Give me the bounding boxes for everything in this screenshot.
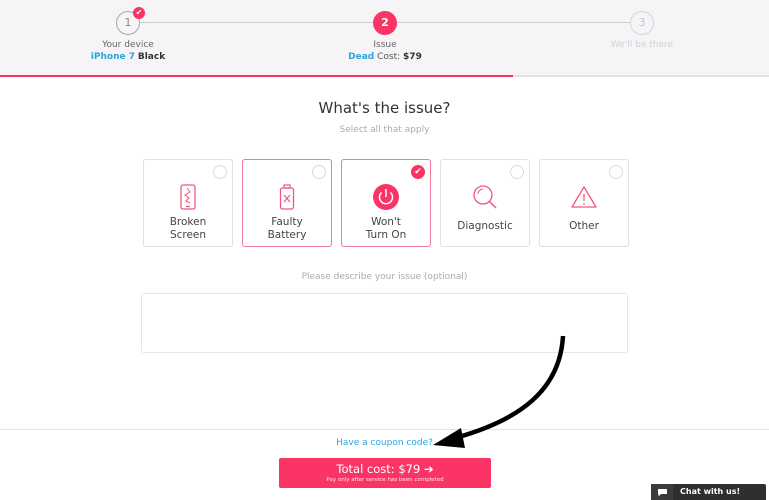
- battery-icon: [243, 180, 331, 214]
- issue-checkbox[interactable]: [510, 165, 524, 179]
- issue-card-wont-turn-on[interactable]: ✔ Won't Turn On: [341, 159, 431, 247]
- progress-header: 1 ✔ Your device iPhone 7 Black 2 Issue D…: [0, 0, 769, 77]
- payment-note: Pay only after service has been complete…: [326, 477, 444, 483]
- issue-checkbox[interactable]: [213, 165, 227, 179]
- issue-checkbox[interactable]: [609, 165, 623, 179]
- footer-divider: [0, 429, 769, 430]
- description-label: Please describe your issue (optional): [301, 272, 468, 282]
- page-title: What's the issue?: [318, 99, 451, 117]
- issue-card-broken-screen[interactable]: Broken Screen: [143, 159, 233, 247]
- issue-label: Broken Screen: [169, 216, 207, 241]
- step-your-device[interactable]: 1 ✔ Your device iPhone 7 Black: [48, 7, 208, 63]
- issue-label: Diagnostic: [457, 220, 513, 232]
- step-number: 2: [381, 16, 389, 29]
- arrow-right-icon: ➔: [423, 462, 434, 476]
- cost-label: Cost:: [377, 52, 401, 62]
- progress-fill: [0, 75, 513, 77]
- step-detail: Dead Cost: $79: [305, 51, 465, 63]
- step-label: Issue: [373, 40, 397, 50]
- description-input[interactable]: [141, 293, 628, 353]
- total-cost-button[interactable]: Total cost: $79 ➔ Pay only after service…: [279, 458, 491, 488]
- power-icon: [342, 180, 430, 214]
- step-well-be-there: 3 We'll be there: [562, 11, 722, 51]
- chat-bubble-icon: [651, 484, 673, 500]
- check-icon: ✔: [133, 7, 145, 19]
- chat-label: Chat with us!: [680, 487, 741, 496]
- chat-widget-button[interactable]: Chat with us!: [651, 484, 766, 500]
- step-detail: iPhone 7 Black: [48, 51, 208, 63]
- page-subtitle: Select all that apply: [339, 125, 430, 135]
- issue-card-diagnostic[interactable]: Diagnostic: [440, 159, 530, 247]
- progress-track: [0, 75, 769, 77]
- issue-summary: Dead: [348, 52, 375, 62]
- cost-value: $79: [403, 52, 422, 62]
- issue-label: Won't Turn On: [365, 216, 407, 241]
- step-number: 1: [124, 16, 132, 29]
- issue-label: Faulty Battery: [267, 216, 307, 241]
- issue-label: Other: [569, 220, 599, 232]
- step-3-circle: 3: [630, 11, 654, 35]
- check-icon[interactable]: ✔: [411, 165, 425, 179]
- step-issue[interactable]: 2 Issue Dead Cost: $79: [305, 11, 465, 63]
- broken-phone-icon: [144, 180, 232, 214]
- warning-icon: [540, 180, 628, 214]
- step-1-circle: 1 ✔: [116, 7, 145, 35]
- step-number: 3: [638, 16, 646, 29]
- issue-card-other[interactable]: Other: [539, 159, 629, 247]
- device-color: Black: [137, 52, 166, 62]
- coupon-row: Have a coupon code?: [0, 438, 769, 448]
- issue-checkbox[interactable]: [312, 165, 326, 179]
- step-label: We'll be there: [610, 40, 674, 50]
- step-label: Your device: [102, 40, 154, 50]
- step-2-circle: 2: [373, 11, 397, 35]
- coupon-link[interactable]: Have a coupon code?: [336, 438, 433, 448]
- magnifier-icon: [441, 180, 529, 214]
- total-cost-label: Total cost: $79 ➔: [336, 462, 434, 476]
- device-model: iPhone 7: [90, 52, 135, 62]
- issue-card-faulty-battery[interactable]: Faulty Battery: [242, 159, 332, 247]
